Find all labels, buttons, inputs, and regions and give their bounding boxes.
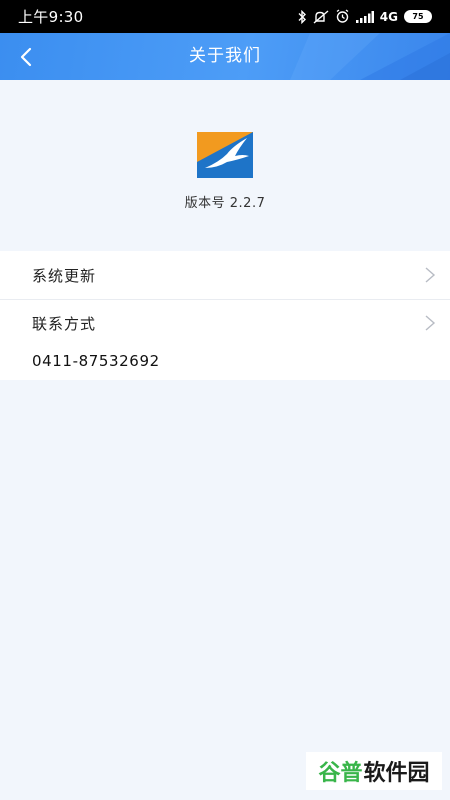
settings-list: 系统更新 联系方式 0411-87532692 bbox=[0, 251, 450, 380]
system-update-label: 系统更新 bbox=[32, 266, 97, 285]
battery-level: 75 bbox=[412, 12, 424, 21]
bluetooth-icon bbox=[298, 9, 306, 24]
chevron-right-icon bbox=[425, 267, 436, 283]
watermark-part-b: 软件园 bbox=[363, 761, 430, 786]
network-type: 4G bbox=[379, 9, 398, 24]
contact-label: 联系方式 bbox=[32, 314, 97, 333]
nav-bar: 关于我们 bbox=[0, 33, 450, 80]
version-label: 版本号 2.2.7 bbox=[184, 196, 266, 211]
status-icons: 4G 75 bbox=[297, 9, 432, 24]
app-logo-icon bbox=[197, 132, 253, 178]
contact-phone[interactable]: 0411-87532692 bbox=[32, 352, 160, 370]
watermark-logo: 谷普 软件园 bbox=[306, 752, 442, 790]
page-title: 关于我们 bbox=[189, 46, 261, 66]
status-bar: 上午9:30 4G 75 bbox=[0, 0, 450, 33]
system-update-item[interactable]: 系统更新 bbox=[0, 251, 450, 299]
status-time: 上午9:30 bbox=[18, 8, 84, 26]
signal-icon bbox=[355, 10, 374, 23]
contact-item[interactable]: 联系方式 bbox=[0, 299, 450, 347]
mute-icon bbox=[313, 9, 329, 24]
alarm-icon bbox=[336, 9, 349, 23]
battery-icon: 75 bbox=[404, 10, 432, 23]
watermark-part-a: 谷普 bbox=[318, 761, 363, 786]
chevron-right-icon bbox=[425, 315, 436, 331]
